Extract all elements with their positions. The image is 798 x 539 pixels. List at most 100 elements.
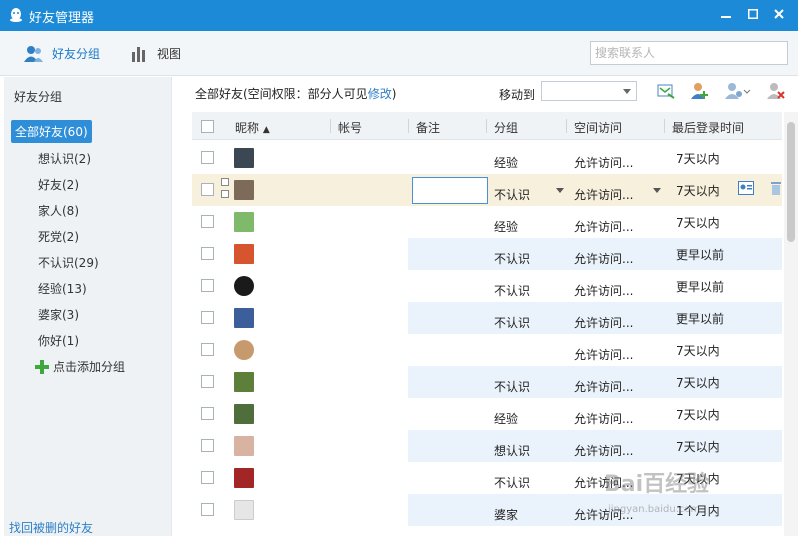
space-access-cell: 允许访问... bbox=[574, 412, 634, 426]
recover-deleted-friends-link[interactable]: 找回被删的好友 bbox=[9, 519, 93, 536]
group-cell: 经验 bbox=[494, 220, 519, 234]
space-access-cell[interactable]: 允许访问... bbox=[574, 186, 633, 203]
profile-card-icon[interactable] bbox=[738, 181, 754, 195]
table-row[interactable]: 经验 允许访问... 7天以内 bbox=[192, 142, 782, 174]
row-checkbox[interactable] bbox=[201, 343, 214, 356]
group-cell: 想认识 bbox=[494, 444, 531, 458]
row-checkbox[interactable] bbox=[201, 247, 214, 260]
group-cell: 经验 bbox=[494, 412, 519, 426]
avatar bbox=[234, 180, 254, 200]
space-dropdown-icon[interactable] bbox=[653, 188, 661, 193]
sidebar-item-all-friends[interactable]: 全部好友(60) bbox=[11, 120, 92, 143]
row-checkbox[interactable] bbox=[201, 183, 214, 196]
row-checkbox[interactable] bbox=[201, 503, 214, 516]
delete-friend-icon[interactable] bbox=[767, 82, 785, 100]
group-cell: 不认识 bbox=[494, 284, 531, 298]
sidebar-item-best-friends[interactable]: 死党(2) bbox=[38, 228, 79, 245]
space-access-cell: 允许访问... bbox=[574, 316, 634, 330]
sidebar-item-experience[interactable]: 经验(13) bbox=[38, 280, 87, 297]
table-row[interactable]: 不认识 允许访问... 更早以前 bbox=[192, 238, 782, 270]
tab-view[interactable]: 视图 bbox=[131, 31, 181, 76]
space-access-cell: 允许访问... bbox=[574, 348, 634, 362]
row-checkbox[interactable] bbox=[201, 407, 214, 420]
add-friend-icon[interactable] bbox=[691, 82, 709, 100]
sidebar-item-family[interactable]: 家人(8) bbox=[38, 202, 79, 219]
last-login-cell: 更早以前 bbox=[676, 248, 725, 262]
sidebar: 好友分组 全部好友(60) 想认识(2) 好友(2) 家人(8) 死党(2) 不… bbox=[4, 77, 172, 536]
avatar bbox=[234, 436, 254, 456]
group-cell[interactable]: 不认识 bbox=[494, 186, 530, 203]
table-row[interactable]: 想认识 允许访问... 7天以内 bbox=[192, 430, 782, 462]
tab-friend-groups[interactable]: 好友分组 bbox=[24, 31, 100, 76]
row-checkbox[interactable] bbox=[201, 439, 214, 452]
window-title: 好友管理器 bbox=[29, 11, 95, 26]
avatar bbox=[234, 276, 254, 296]
sidebar-header: 好友分组 bbox=[14, 90, 63, 104]
group-cell: 婆家 bbox=[494, 508, 519, 522]
last-login-cell: 7天以内 bbox=[676, 184, 720, 198]
select-all-checkbox[interactable] bbox=[201, 120, 214, 133]
last-login-cell: 7天以内 bbox=[676, 376, 720, 390]
watermark-url: jingyan.baidu.com bbox=[608, 504, 701, 515]
table-row[interactable]: 不认识 允许访问... 更早以前 bbox=[192, 270, 782, 302]
header-remark[interactable]: 备注 bbox=[416, 119, 440, 136]
modify-permission-link[interactable]: 修改 bbox=[368, 87, 392, 101]
scrollbar-thumb[interactable] bbox=[787, 122, 795, 242]
sidebar-item-hello[interactable]: 你好(1) bbox=[38, 332, 79, 349]
row-checkbox[interactable] bbox=[201, 375, 214, 388]
sidebar-item-strangers[interactable]: 不认识(29) bbox=[38, 254, 99, 271]
minimize-button[interactable] bbox=[715, 5, 737, 25]
vertical-scrollbar[interactable] bbox=[784, 112, 798, 536]
group-dropdown-icon[interactable] bbox=[556, 188, 564, 193]
header-last-login[interactable]: 最后登录时间 bbox=[672, 119, 744, 136]
close-button[interactable] bbox=[768, 5, 790, 25]
header-account[interactable]: 帐号 bbox=[338, 119, 362, 136]
row-checkbox[interactable] bbox=[201, 471, 214, 484]
space-access-cell: 允许访问... bbox=[574, 220, 634, 234]
table-row[interactable]: 不认识 允许访问... 7天以内 bbox=[192, 366, 782, 398]
sidebar-item-want-to-know[interactable]: 想认识(2) bbox=[38, 150, 91, 167]
group-cell: 经验 bbox=[494, 156, 519, 170]
row-checkbox[interactable] bbox=[201, 151, 214, 164]
avatar bbox=[234, 468, 254, 488]
sidebar-item-in-laws[interactable]: 婆家(3) bbox=[38, 306, 79, 323]
last-login-cell: 7天以内 bbox=[676, 216, 720, 230]
row-checkbox[interactable] bbox=[201, 215, 214, 228]
close-icon bbox=[774, 9, 784, 19]
move-to-select[interactable] bbox=[541, 81, 637, 101]
qq-logo-icon bbox=[10, 8, 22, 22]
group-cell: 不认识 bbox=[494, 252, 531, 266]
header-group[interactable]: 分组 bbox=[494, 119, 518, 136]
sidebar-item-friends[interactable]: 好友(2) bbox=[38, 176, 79, 193]
last-login-cell: 7天以内 bbox=[676, 408, 720, 422]
table-row[interactable]: 不认识 允许访问... 更早以前 bbox=[192, 302, 782, 334]
watermark: Bai百经验 bbox=[604, 472, 710, 497]
row-checkbox[interactable] bbox=[201, 279, 214, 292]
space-access-cell: 允许访问... bbox=[574, 252, 634, 266]
move-to-label: 移动到 bbox=[499, 88, 536, 102]
last-login-cell: 7天以内 bbox=[676, 440, 720, 454]
send-message-icon[interactable] bbox=[657, 82, 675, 100]
permission-text: 全部好友(空间权限：部分人可见 bbox=[195, 87, 368, 101]
search-input[interactable] bbox=[590, 41, 788, 65]
chart-icon bbox=[132, 46, 145, 62]
tab-friend-groups-label: 好友分组 bbox=[52, 47, 101, 61]
trash-icon[interactable] bbox=[770, 180, 782, 196]
permission-close-paren: ) bbox=[391, 87, 397, 101]
table-row[interactable]: 经验 允许访问... 7天以内 bbox=[192, 398, 782, 430]
space-access-cell: 允许访问... bbox=[574, 156, 634, 170]
row-checkbox[interactable] bbox=[201, 311, 214, 324]
header-nickname[interactable]: 昵称 ▲ bbox=[235, 119, 270, 136]
add-group-button[interactable]: 点击添加分组 bbox=[35, 358, 125, 375]
table-row[interactable]: 允许访问... 7天以内 bbox=[192, 334, 782, 366]
maximize-button[interactable] bbox=[742, 5, 764, 25]
avatar bbox=[234, 500, 254, 520]
header-space-access[interactable]: 空间访问 bbox=[574, 119, 622, 136]
table-row[interactable]: 经验 允许访问... 7天以内 bbox=[192, 206, 782, 238]
remark-input[interactable] bbox=[412, 177, 488, 204]
table-row[interactable]: 不认识 允许访问... 7天以内 bbox=[192, 174, 782, 206]
last-login-cell: 更早以前 bbox=[676, 280, 725, 294]
plus-icon bbox=[35, 359, 49, 374]
last-login-cell: 更早以前 bbox=[676, 312, 725, 326]
friend-settings-icon[interactable] bbox=[725, 82, 751, 100]
